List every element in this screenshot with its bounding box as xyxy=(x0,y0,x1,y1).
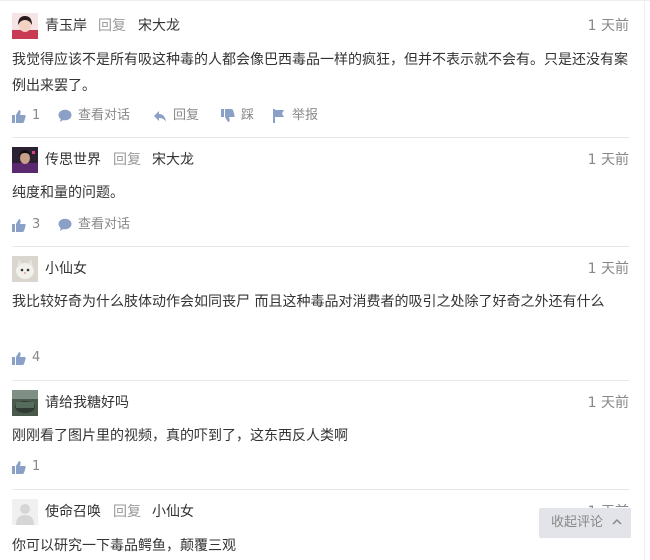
comment-item: 请给我糖好吗 1 天前 刚刚看了图片里的视频，真的吓到了，这东西反人类啊 1 xyxy=(12,390,629,490)
reply-label: 回复 xyxy=(113,152,141,168)
comment-username[interactable]: 使命召唤 xyxy=(45,503,101,521)
comment-list: 青玉岸 回复 宋大龙 1 天前 我觉得应该不是所有吸这种毒的人都会像巴西毒品一样… xyxy=(0,0,650,560)
comment-actions: 4 xyxy=(12,349,629,367)
like-count: 1 xyxy=(32,459,41,474)
like-count: 1 xyxy=(32,108,41,123)
flag-icon xyxy=(273,109,284,123)
view-conversation-label: 查看对话 xyxy=(78,217,131,232)
comment-item: 传思世界 回复 宋大龙 1 天前 纯度和量的问题。 3 查看对话 xyxy=(12,147,629,247)
comment-time: 1 天前 xyxy=(587,261,629,277)
comment-username[interactable]: 小仙女 xyxy=(45,260,87,278)
user-avatar[interactable] xyxy=(12,147,38,173)
speech-bubble-icon xyxy=(58,218,72,231)
thumbs-down-icon xyxy=(221,109,235,122)
comment-actions: 3 查看对话 xyxy=(12,216,629,234)
comment-username[interactable]: 传思世界 xyxy=(45,151,101,169)
comment-item: 青玉岸 回复 宋大龙 1 天前 我觉得应该不是所有吸这种毒的人都会像巴西毒品一样… xyxy=(12,13,629,138)
comment-actions: 1 xyxy=(12,458,629,476)
reply-target-username[interactable]: 宋大龙 xyxy=(152,151,194,169)
comment-header: 青玉岸 回复 宋大龙 1 天前 xyxy=(12,13,629,39)
thumbs-up-icon xyxy=(12,110,26,123)
like-count: 4 xyxy=(32,350,41,365)
comment-header: 使命召唤 回复 小仙女 1 天前 xyxy=(12,499,629,525)
report-label: 举报 xyxy=(292,108,319,123)
user-avatar[interactable] xyxy=(12,499,38,525)
thumbs-up-icon xyxy=(12,352,26,365)
user-avatar[interactable] xyxy=(12,390,38,416)
reply-label: 回复 xyxy=(113,504,141,520)
collapse-comments-button[interactable]: 收起评论 xyxy=(539,508,631,538)
reply-arrow-icon xyxy=(154,111,166,122)
chevron-up-icon xyxy=(612,518,622,525)
comment-text: 刚刚看了图片里的视频，真的吓到了，这东西反人类啊 xyxy=(12,428,348,444)
like-count: 3 xyxy=(32,217,41,232)
speech-bubble-icon xyxy=(58,109,72,122)
comment-text: 我比较好奇为什么肢体动作会如同丧尸 而且这种毒品对消费者的吸引之处除了好奇之外还… xyxy=(12,294,605,310)
comment-actions: 1 查看对话 回复 踩 举报 xyxy=(12,107,629,125)
reply-label: 回复 xyxy=(98,18,126,34)
view-conversation-label: 查看对话 xyxy=(78,108,131,123)
thumbs-up-icon xyxy=(12,219,26,232)
thumbs-up-icon xyxy=(12,461,26,474)
reply-target-username[interactable]: 宋大龙 xyxy=(138,17,180,35)
dislike-label: 踩 xyxy=(241,108,255,123)
comment-header: 小仙女 1 天前 xyxy=(12,256,629,282)
comment-username[interactable]: 青玉岸 xyxy=(45,17,87,35)
reply-label: 回复 xyxy=(173,108,200,123)
user-avatar[interactable] xyxy=(12,13,38,39)
comment-item: 使命召唤 回复 小仙女 1 天前 你可以研究一下毒品鳄鱼，颠覆三观 xyxy=(12,499,629,560)
comment-header: 请给我糖好吗 1 天前 xyxy=(12,390,629,416)
comment-time: 1 天前 xyxy=(587,395,629,411)
comment-item: 小仙女 1 天前 我比较好奇为什么肢体动作会如同丧尸 而且这种毒品对消费者的吸引… xyxy=(12,256,629,381)
comment-username[interactable]: 请给我糖好吗 xyxy=(45,394,129,412)
comment-text: 纯度和量的问题。 xyxy=(12,185,124,201)
reply-target-username[interactable]: 小仙女 xyxy=(152,503,194,521)
collapse-comments-label: 收起评论 xyxy=(551,515,604,530)
user-avatar[interactable] xyxy=(12,256,38,282)
comment-time: 1 天前 xyxy=(587,152,629,168)
comment-header: 传思世界 回复 宋大龙 1 天前 xyxy=(12,147,629,173)
comment-text: 我觉得应该不是所有吸这种毒的人都会像巴西毒品一样的疯狂，但并不表示就不会有。只是… xyxy=(12,52,628,94)
comment-time: 1 天前 xyxy=(587,18,629,34)
comment-text: 你可以研究一下毒品鳄鱼，颠覆三观 xyxy=(12,538,236,554)
